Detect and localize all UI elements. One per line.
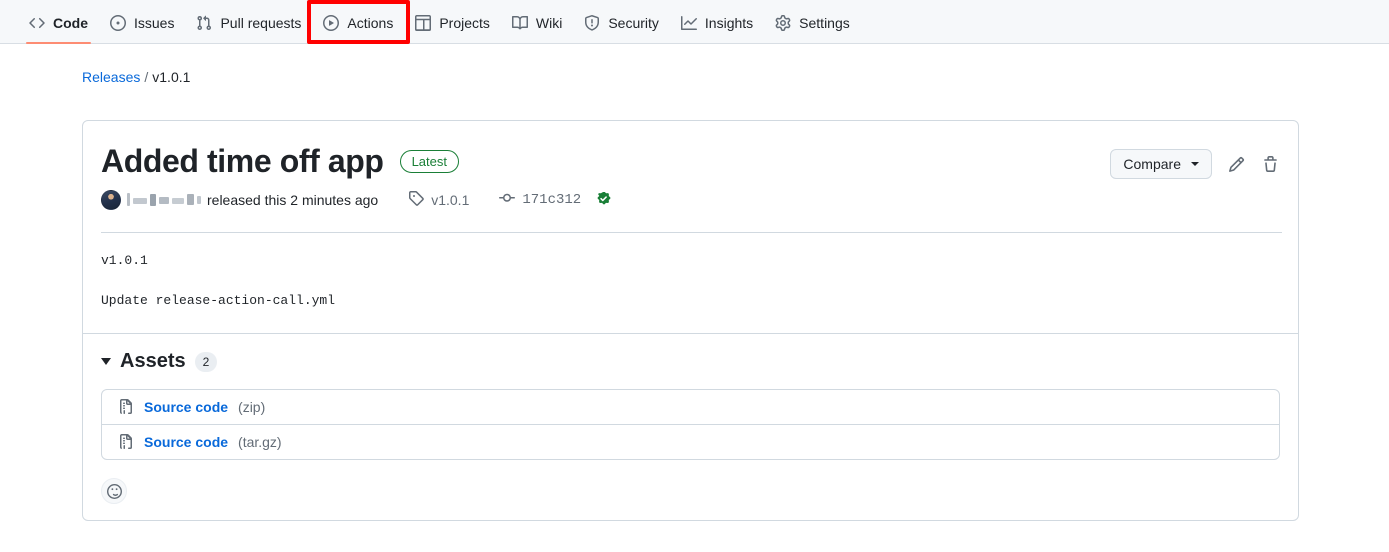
nav-tab-pull-requests[interactable]: Pull requests — [185, 15, 312, 43]
author-username-redacted[interactable] — [127, 193, 201, 207]
graph-icon — [680, 15, 697, 31]
code-icon — [29, 15, 45, 31]
verified-check-icon — [596, 191, 612, 208]
reactions-area — [83, 478, 1298, 520]
nav-tab-wiki-label: Wiki — [535, 15, 563, 31]
nav-tab-settings[interactable]: Settings — [764, 15, 861, 43]
breadcrumb-releases-link[interactable]: Releases — [82, 69, 140, 85]
compare-button[interactable]: Compare — [1110, 149, 1212, 179]
release-header: Added time off app Latest Compare — [83, 121, 1298, 180]
nav-tab-code[interactable]: Code — [18, 15, 99, 44]
release-commit-hash: 171c312 — [522, 191, 582, 208]
file-zip-icon — [118, 434, 134, 450]
release-body-line-1: v1.0.1 — [101, 252, 148, 268]
breadcrumb: Releases / v1.0.1 — [0, 44, 1389, 85]
release-title-row: Added time off app Latest — [101, 143, 459, 180]
pencil-icon[interactable] — [1226, 154, 1246, 174]
repo-nav-list: Code Issues Pull requests Actions Projec — [18, 15, 861, 44]
page-title: Added time off app — [101, 143, 384, 179]
nav-tab-insights[interactable]: Insights — [670, 15, 764, 43]
assets-toggle[interactable]: Assets 2 — [101, 350, 1280, 373]
release-commit-chip[interactable]: 171c312 — [499, 190, 612, 209]
nav-tab-actions[interactable]: Actions — [312, 15, 404, 43]
chevron-down-icon — [1191, 162, 1199, 166]
list-item[interactable]: Source code (zip) — [102, 390, 1279, 424]
release-tag-chip[interactable]: v1.0.1 — [408, 190, 469, 209]
compare-button-label: Compare — [1123, 156, 1181, 172]
nav-tab-wiki[interactable]: Wiki — [501, 15, 573, 43]
breadcrumb-separator: / — [144, 69, 149, 85]
nav-tab-pull-requests-label: Pull requests — [220, 15, 302, 31]
nav-tab-security[interactable]: Security — [573, 15, 670, 43]
trash-icon[interactable] — [1260, 154, 1280, 174]
play-icon — [323, 15, 340, 31]
nav-tab-security-label: Security — [608, 15, 659, 31]
nav-tab-actions-label: Actions — [347, 15, 394, 31]
asset-name[interactable]: Source code — [144, 399, 228, 415]
latest-badge: Latest — [399, 149, 459, 174]
tag-icon — [408, 190, 424, 209]
nav-tab-code-label: Code — [53, 15, 88, 31]
commit-icon — [499, 190, 516, 209]
release-body-line-2: Update release-action-call.yml — [101, 292, 336, 308]
issue-opened-icon — [110, 15, 126, 31]
asset-extension: (zip) — [238, 399, 266, 416]
release-meta-row: released this 2 minutes ago v1.0.1 171c3… — [83, 180, 1298, 210]
nav-tab-insights-label: Insights — [704, 15, 754, 31]
asset-extension: (tar.gz) — [238, 434, 282, 451]
breadcrumb-current: v1.0.1 — [152, 69, 191, 85]
release-header-actions: Compare — [1110, 143, 1280, 179]
released-timestamp: released this 2 minutes ago — [207, 191, 379, 208]
assets-section: Assets 2 Source code (zip) Source code (… — [83, 334, 1298, 478]
smiley-icon[interactable] — [101, 478, 127, 505]
book-icon — [511, 15, 528, 31]
assets-count-badge: 2 — [194, 351, 218, 372]
git-pull-request-icon — [196, 15, 212, 31]
release-card: Added time off app Latest Compare releas… — [82, 120, 1299, 522]
nav-tab-projects-label: Projects — [439, 15, 490, 31]
gear-icon — [775, 15, 791, 31]
avatar[interactable] — [101, 189, 121, 210]
shield-icon — [584, 15, 600, 31]
nav-tab-issues-label: Issues — [134, 15, 175, 31]
assets-list: Source code (zip) Source code (tar.gz) — [101, 389, 1280, 461]
release-tag-label: v1.0.1 — [431, 191, 470, 208]
assets-title: Assets — [120, 350, 186, 373]
repo-navigation-bar: Code Issues Pull requests Actions Projec — [0, 0, 1389, 44]
release-body: v1.0.1 Update release-action-call.yml — [83, 233, 1298, 333]
nav-tab-projects[interactable]: Projects — [404, 15, 501, 43]
asset-name[interactable]: Source code — [144, 434, 228, 450]
table-icon — [415, 15, 432, 31]
triangle-down-icon — [101, 358, 111, 366]
file-zip-icon — [118, 399, 134, 415]
list-item[interactable]: Source code (tar.gz) — [102, 424, 1279, 459]
nav-tab-settings-label: Settings — [799, 15, 850, 31]
nav-tab-issues[interactable]: Issues — [99, 15, 185, 43]
